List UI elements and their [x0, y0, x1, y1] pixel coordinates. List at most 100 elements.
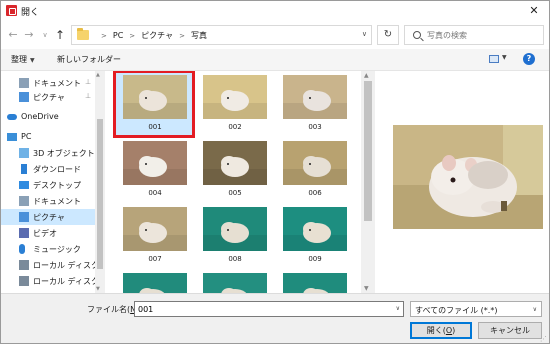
nav-item[interactable]: ローカル ディスク (D — [1, 273, 105, 289]
file-tile[interactable]: 004 — [115, 137, 195, 201]
pin-icon: ⊥ — [85, 92, 92, 100]
resize-grip-icon[interactable]: ⋰ — [540, 335, 547, 343]
file-thumbnail — [123, 141, 187, 185]
filename-combobox[interactable]: ∨ — [134, 301, 404, 317]
drive-icon — [19, 276, 29, 286]
file-tile[interactable]: 010 — [115, 269, 195, 293]
new-folder-button[interactable]: 新しいフォルダー — [57, 54, 121, 65]
documents-icon — [19, 196, 29, 206]
grid-scrollbar[interactable]: ▲ ▼ — [361, 71, 375, 293]
chevron-down-icon: ∨ — [532, 306, 537, 313]
nav-item[interactable]: PC — [1, 129, 95, 145]
refresh-button[interactable]: ↻ — [377, 25, 399, 45]
nav-item[interactable]: ビデオ — [1, 225, 95, 241]
drive-icon — [19, 260, 29, 270]
scroll-down-icon[interactable]: ▼ — [96, 286, 100, 292]
scroll-down-icon[interactable]: ▼ — [364, 285, 369, 292]
file-tile[interactable]: 003 — [275, 71, 355, 135]
hamster-photo — [393, 125, 543, 229]
breadcrumb-photos[interactable]: 写真 — [191, 30, 207, 41]
address-row: ← → ∨ ↑ > PC > ピクチャ > 写真 ∨ ↻ — [1, 21, 549, 49]
cancel-button[interactable]: キャンセル — [478, 322, 542, 339]
file-tile[interactable]: 011 — [195, 269, 275, 293]
organize-label: 整理 — [11, 55, 27, 64]
documents-icon — [19, 78, 29, 88]
forward-button[interactable]: → — [22, 27, 36, 43]
preview-pane — [375, 71, 549, 293]
nav-item[interactable]: ピクチャ — [1, 209, 95, 225]
breadcrumb-pictures[interactable]: ピクチャ — [141, 30, 173, 41]
caret-down-icon: ▼ — [502, 54, 507, 61]
search-box[interactable] — [404, 25, 544, 45]
file-tile[interactable]: 002 — [195, 71, 275, 135]
search-input[interactable] — [427, 28, 541, 42]
nav-item-label: ドキュメント — [33, 197, 81, 206]
file-tile[interactable]: 006 — [275, 137, 355, 201]
chevron-right-icon[interactable]: > — [179, 32, 185, 40]
3d-objects-icon — [19, 148, 29, 158]
chevron-right-icon[interactable]: > — [129, 32, 135, 40]
onedrive-icon — [7, 114, 17, 120]
nav-scrollbar-thumb[interactable] — [97, 119, 103, 269]
file-thumbnail — [283, 75, 347, 119]
folder-icon — [77, 28, 89, 40]
back-button[interactable]: ← — [6, 27, 20, 43]
caret-down-icon: ▼ — [30, 57, 35, 64]
change-view-button[interactable]: ▼ — [489, 54, 511, 66]
nav-item[interactable]: OneDrive — [1, 109, 95, 125]
nav-item-label: ミュージック — [33, 245, 81, 254]
nav-item-label: ピクチャ — [33, 93, 65, 102]
dialog-footer: ファイル名(N): ∨ すべてのファイル (*.*) ∨ 開く(O) キャンセル… — [1, 293, 549, 343]
chevron-right-icon: > — [101, 31, 107, 40]
window-title: 開く — [21, 8, 40, 18]
nav-item[interactable]: デスクトップ — [1, 177, 95, 193]
file-thumbnail — [283, 273, 347, 293]
file-thumbnail — [123, 207, 187, 251]
search-icon — [413, 31, 421, 39]
open-button[interactable]: 開く(O) — [410, 322, 472, 339]
nav-item[interactable]: ドキュメント — [1, 193, 95, 209]
pc-icon — [7, 133, 17, 141]
address-bar[interactable]: > PC > ピクチャ > 写真 ∨ — [71, 25, 372, 45]
nav-item-label: ピクチャ — [33, 213, 65, 222]
nav-item[interactable]: ローカル ディスク (C — [1, 257, 105, 273]
app-icon — [6, 5, 17, 16]
file-thumbnail — [203, 141, 267, 185]
filename-label-text: ファイル名( — [87, 305, 131, 314]
pictures-icon — [19, 212, 29, 222]
pin-icon: ⊥ — [85, 78, 92, 86]
scroll-up-icon[interactable]: ▲ — [96, 72, 100, 78]
file-tile[interactable]: 007 — [115, 203, 195, 267]
file-tile[interactable]: 008 — [195, 203, 275, 267]
downloads-icon — [21, 164, 27, 174]
breadcrumb: > PC > ピクチャ > 写真 — [95, 30, 207, 41]
help-button[interactable]: ? — [523, 53, 535, 65]
close-button[interactable]: ✕ — [519, 1, 549, 21]
file-thumbnail — [203, 207, 267, 251]
filetype-select[interactable]: すべてのファイル (*.*) ∨ — [410, 301, 542, 317]
scroll-up-icon[interactable]: ▲ — [364, 72, 369, 79]
recent-locations-button[interactable]: ∨ — [38, 27, 52, 43]
chevron-down-icon[interactable]: ∨ — [396, 305, 400, 312]
nav-item-label: ダウンロード — [33, 165, 81, 174]
nav-item[interactable]: 3D オブジェクト — [1, 145, 95, 161]
file-tile[interactable]: 005 — [195, 137, 275, 201]
title-bar: 開く ✕ — [1, 1, 549, 21]
chevron-down-icon[interactable]: ∨ — [362, 30, 367, 38]
file-tile[interactable]: 012 — [275, 269, 355, 293]
nav-item[interactable]: ダウンロード — [1, 161, 95, 177]
up-button[interactable]: ↑ — [53, 27, 67, 43]
nav-item[interactable]: ミュージック — [1, 241, 95, 257]
nav-scrollbar[interactable]: ▲ ▼ — [95, 71, 105, 293]
file-thumbnail — [283, 207, 347, 251]
pictures-icon — [19, 92, 29, 102]
nav-item[interactable]: ピクチャ ⊥ — [1, 89, 95, 105]
nav-item-label: デスクトップ — [33, 181, 81, 190]
file-tile[interactable]: 009 — [275, 203, 355, 267]
filename-input[interactable] — [138, 304, 388, 315]
organize-button[interactable]: 整理 ▼ — [11, 54, 35, 65]
grid-scrollbar-thumb[interactable] — [364, 81, 372, 221]
file-thumbnail — [203, 273, 267, 293]
breadcrumb-pc[interactable]: PC — [113, 31, 123, 40]
highlight-annotation — [113, 71, 195, 138]
